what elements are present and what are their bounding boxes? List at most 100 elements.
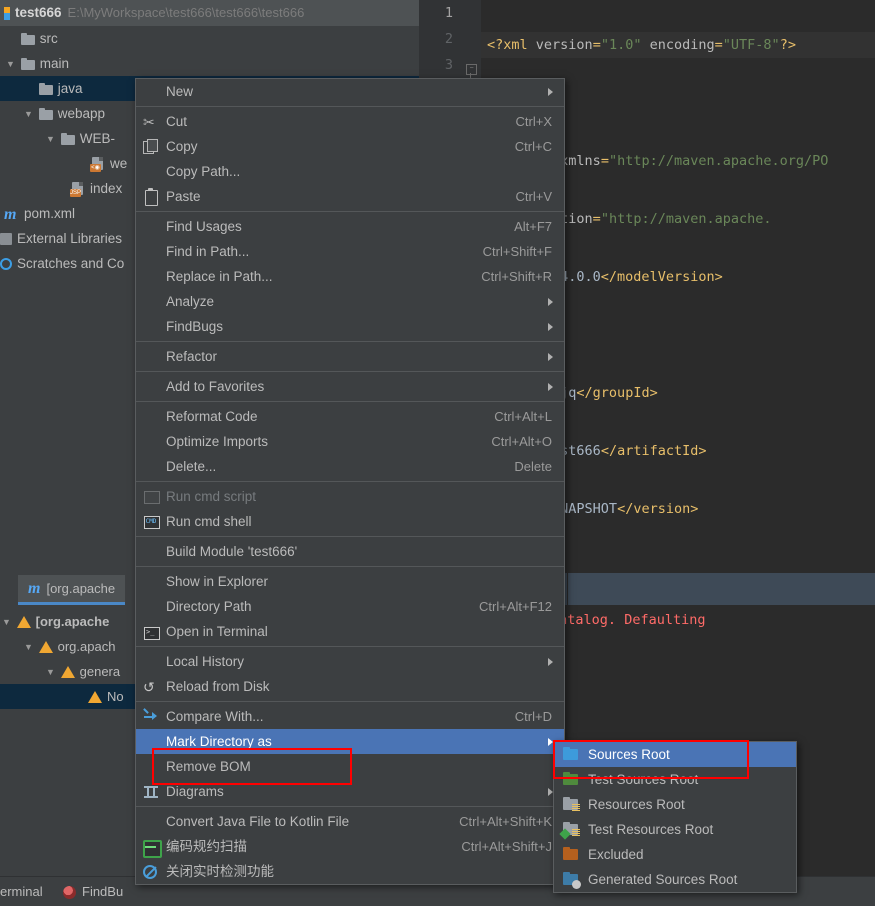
project-root-path: E:\MyWorkspace\test666\test666\test666 [67, 5, 305, 20]
test-resources-root-folder-icon [559, 822, 580, 840]
menu-item-directory-path[interactable]: Directory Path Ctrl+Alt+F12 [136, 594, 564, 619]
menu-item-convert-java-to-kotlin[interactable]: Convert Java File to Kotlin File Ctrl+Al… [136, 809, 564, 834]
warning-icon [60, 665, 75, 678]
submenu-item-label: Resources Root [588, 797, 685, 812]
submenu-item-sources-root[interactable]: Sources Root [554, 742, 796, 767]
menu-item-build-module[interactable]: Build Module 'test666' [136, 539, 564, 564]
menu-item-remove-bom[interactable]: Remove BOM [136, 754, 564, 779]
menu-item-new[interactable]: New [136, 79, 564, 104]
menu-item-label: Delete... [166, 459, 217, 474]
chevron-down-icon[interactable]: ▼ [44, 127, 57, 152]
submenu-item-resources-root[interactable]: Resources Root [554, 792, 796, 817]
menu-item-paste[interactable]: Paste Ctrl+V [136, 184, 564, 209]
menu-item-copy-path[interactable]: Copy Path... [136, 159, 564, 184]
tree-item-label: External Libraries [17, 231, 123, 246]
chevron-right-icon [548, 88, 553, 96]
chevron-down-icon[interactable]: ▼ [0, 610, 13, 635]
submenu-item-test-resources-root[interactable]: Test Resources Root [554, 817, 796, 842]
menu-item-label: Analyze [166, 294, 215, 309]
menu-item-open-in-terminal[interactable]: >_ Open in Terminal [136, 619, 564, 644]
chevron-down-icon[interactable]: ▼ [22, 635, 35, 660]
menu-item-cut[interactable]: ✂ Cut Ctrl+X [136, 109, 564, 134]
folder-icon [38, 83, 53, 96]
submenu-item-label: Test Sources Root [588, 772, 699, 787]
menu-item-refactor[interactable]: Refactor [136, 344, 564, 369]
menu-item-label: 编码规约扫描 [166, 839, 247, 854]
cmd-script-icon [143, 489, 160, 505]
project-module-icon [4, 6, 10, 20]
menu-item-accelerator: Delete [514, 459, 552, 474]
menu-item-label: Cut [166, 114, 188, 129]
menu-separator [136, 481, 564, 482]
menu-item-find-usages[interactable]: Find Usages Alt+F7 [136, 214, 564, 239]
submenu-item-generated-sources-root[interactable]: Generated Sources Root [554, 867, 796, 892]
menu-item-label: 关闭实时检测功能 [166, 864, 274, 879]
tree-item-label: webapp [57, 106, 106, 121]
menu-item-compare-with[interactable]: Compare With... Ctrl+D [136, 704, 564, 729]
menu-item-disable-realtime-detection[interactable]: 关闭实时检测功能 [136, 859, 564, 884]
chevron-down-icon[interactable]: ▼ [22, 102, 35, 127]
tab-maven-pom[interactable]: m [org.apache [18, 575, 126, 605]
menu-item-optimize-imports[interactable]: Optimize Imports Ctrl+Alt+O [136, 429, 564, 454]
submenu-item-label: Test Resources Root [588, 822, 714, 837]
menu-item-reformat-code[interactable]: Reformat Code Ctrl+Alt+L [136, 404, 564, 429]
menu-item-copy[interactable]: Copy Ctrl+C [136, 134, 564, 159]
menu-item-mark-directory-as[interactable]: Mark Directory as [136, 729, 564, 754]
chevron-down-icon[interactable]: ▼ [4, 52, 17, 77]
status-terminal-button[interactable]: erminal [0, 884, 43, 900]
menu-item-find-in-path[interactable]: Find in Path... Ctrl+Shift+F [136, 239, 564, 264]
mark-directory-as-submenu[interactable]: Sources Root Test Sources Root Resources… [553, 741, 797, 893]
menu-item-label: Copy Path... [166, 164, 241, 179]
generated-sources-root-folder-icon [563, 872, 581, 889]
maven-icon: m [4, 205, 17, 223]
warning-label: genera [79, 664, 121, 679]
menu-item-label: Find in Path... [166, 244, 250, 259]
tree-item-label: WEB- [79, 131, 116, 146]
context-menu[interactable]: New ✂ Cut Ctrl+X Copy Ctrl+C Copy Path..… [135, 78, 565, 885]
menu-item-findbugs[interactable]: FindBugs [136, 314, 564, 339]
chevron-right-icon [548, 658, 553, 666]
project-root-row[interactable]: test666 E:\MyWorkspace\test666\test666\te… [0, 0, 419, 26]
menu-item-label: Show in Explorer [166, 574, 269, 589]
menu-separator [136, 646, 564, 647]
menu-separator [136, 401, 564, 402]
folder-icon [20, 33, 35, 46]
menu-item-reload-from-disk[interactable]: ↺ Reload from Disk [136, 674, 564, 699]
menu-item-label: Mark Directory as [166, 734, 272, 749]
scan-chart-icon [143, 839, 162, 858]
chevron-down-icon[interactable]: ▼ [44, 660, 57, 685]
status-findbugs-button[interactable]: FindBu [63, 884, 123, 900]
folder-icon [60, 133, 75, 146]
tree-item-label: main [39, 56, 70, 71]
tree-item-src[interactable]: ▼ src [0, 26, 419, 51]
menu-item-run-cmd-shell[interactable]: CMD Run cmd shell [136, 509, 564, 534]
submenu-item-excluded[interactable]: Excluded [554, 842, 796, 867]
scratch-icon [0, 258, 12, 271]
menu-item-analyze[interactable]: Analyze [136, 289, 564, 314]
menu-item-delete[interactable]: Delete... Delete [136, 454, 564, 479]
menu-separator [136, 806, 564, 807]
bug-icon [63, 886, 76, 900]
tab-label: [org.apache [46, 581, 116, 596]
compare-icon [143, 708, 159, 725]
submenu-item-test-sources-root[interactable]: Test Sources Root [554, 767, 796, 792]
code-fold-icon[interactable]: − [466, 64, 477, 75]
copy-icon [143, 139, 159, 155]
menu-item-code-convention-scan[interactable]: 编码规约扫描 Ctrl+Alt+Shift+J [136, 834, 564, 859]
menu-item-label: Optimize Imports [166, 434, 269, 449]
menu-item-add-to-favorites[interactable]: Add to Favorites [136, 374, 564, 399]
chevron-right-icon [548, 353, 553, 361]
menu-item-diagrams[interactable]: Diagrams [136, 779, 564, 804]
tree-item-label: index [90, 181, 123, 196]
menu-separator [136, 106, 564, 107]
menu-item-show-in-explorer[interactable]: Show in Explorer [136, 569, 564, 594]
menu-item-replace-in-path[interactable]: Replace in Path... Ctrl+Shift+R [136, 264, 564, 289]
menu-item-label: Refactor [166, 349, 218, 364]
menu-separator [136, 211, 564, 212]
folder-icon [20, 58, 35, 71]
tree-item-main[interactable]: ▼ main [0, 51, 419, 76]
menu-item-local-history[interactable]: Local History [136, 649, 564, 674]
warning-icon [16, 615, 31, 628]
menu-item-accelerator: Ctrl+Alt+Shift+K [459, 814, 552, 829]
menu-item-accelerator: Ctrl+Alt+F12 [479, 599, 552, 614]
